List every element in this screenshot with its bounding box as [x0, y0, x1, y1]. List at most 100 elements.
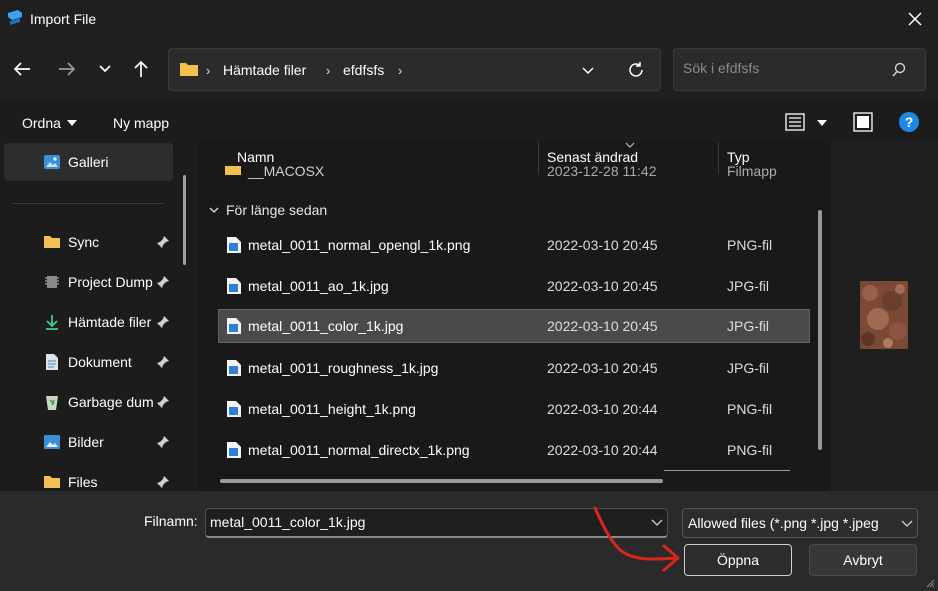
up-button[interactable] [128, 58, 154, 80]
horizontal-scrollbar[interactable] [220, 479, 663, 483]
recent-locations-button[interactable] [92, 58, 118, 80]
svg-text:?: ? [905, 114, 914, 130]
file-name: metal_0011_ao_1k.jpg [248, 278, 389, 294]
sidebar-item-files[interactable]: Files [0, 463, 175, 491]
arrow-right-icon [59, 62, 76, 76]
file-type: PNG-fil [727, 401, 773, 417]
forward-button[interactable] [54, 58, 80, 80]
pin-icon[interactable] [156, 275, 170, 289]
pin-icon[interactable] [156, 235, 170, 249]
sidebar-item-documents[interactable]: Dokument [0, 343, 175, 381]
column-header-date[interactable]: Senast ändrad [547, 149, 638, 165]
address-dropdown-icon[interactable] [581, 66, 595, 76]
breadcrumb-downloads[interactable]: Hämtade filer [223, 62, 306, 78]
filename-input[interactable] [210, 514, 630, 530]
chevron-down-icon [99, 65, 111, 73]
sidebar-item-project-dump[interactable]: Project Dump [0, 263, 175, 301]
organize-menu-button[interactable]: Ordna [14, 100, 84, 142]
group-header[interactable]: För länge sedan [198, 200, 498, 222]
close-icon[interactable] [906, 10, 924, 28]
preview-thumbnail-image [860, 281, 908, 349]
preview-pane-icon[interactable] [853, 112, 873, 132]
breadcrumb-chevron-icon: › [398, 63, 403, 78]
pictures-icon [44, 435, 60, 449]
address-bar[interactable]: › Hämtade filer › efdfsfs › [168, 48, 661, 91]
file-type: JPG-fil [727, 318, 769, 334]
view-details-icon[interactable] [785, 113, 805, 131]
table-row[interactable]: metal_0011_normal_directx_1k.png 2022-03… [218, 433, 810, 467]
file-type: JPG-fil [727, 360, 769, 376]
file-type: PNG-fil [727, 237, 773, 253]
vertical-scrollbar[interactable] [818, 210, 822, 450]
sidebar-scrollbar[interactable] [183, 175, 186, 265]
table-row-selected[interactable]: metal_0011_color_1k.jpg 2022-03-10 20:45… [218, 309, 810, 343]
navigation-bar: › Hämtade filer › efdfsfs › [0, 38, 938, 100]
file-name: metal_0011_roughness_1k.jpg [248, 360, 439, 376]
arrow-left-icon [13, 62, 30, 76]
pin-icon[interactable] [156, 355, 170, 369]
image-file-icon [227, 360, 241, 376]
open-button[interactable]: Öppna [684, 544, 792, 576]
file-name: metal_0011_normal_opengl_1k.png [248, 237, 471, 253]
file-type-select[interactable]: Allowed files (*.png *.jpg *.jpeg [682, 508, 918, 538]
gallery-icon [44, 155, 60, 169]
preview-pane [830, 142, 938, 491]
file-date: 2022-03-10 20:45 [547, 278, 658, 294]
file-date: 2022-03-10 20:45 [547, 237, 658, 253]
table-row[interactable]: metal_0011_normal_opengl_1k.png 2022-03-… [218, 228, 810, 262]
new-folder-button[interactable]: Ny mapp [113, 115, 169, 131]
image-file-icon [227, 318, 241, 334]
column-header-name[interactable]: Namn [237, 149, 274, 165]
folder-icon [44, 236, 60, 248]
pin-icon[interactable] [156, 475, 170, 489]
image-file-icon [227, 237, 241, 253]
folder-icon [44, 476, 60, 488]
image-file-icon [227, 442, 241, 458]
folder-icon [225, 166, 241, 175]
table-row[interactable]: metal_0011_ao_1k.jpg 2022-03-10 20:45 JP… [218, 269, 810, 303]
search-box [673, 48, 926, 91]
sidebar-item-sync[interactable]: Sync [0, 223, 175, 261]
navigation-pane: Galleri Sync Project Dump Hämtade filer … [0, 142, 192, 491]
search-input[interactable] [683, 60, 883, 76]
file-date: 2022-03-10 20:44 [547, 401, 658, 417]
sidebar-item-label: Files [68, 474, 98, 490]
filename-dropdown-icon[interactable] [651, 519, 663, 527]
sidebar-item-gallery[interactable]: Galleri [0, 143, 175, 181]
sidebar-item-label: Sync [68, 234, 100, 250]
sidebar-item-garbage-dump[interactable]: Garbage dump [0, 383, 175, 421]
file-date: 2023-12-28 11:42 [547, 166, 657, 179]
file-name: metal_0011_color_1k.jpg [248, 318, 404, 334]
pin-icon[interactable] [156, 435, 170, 449]
arrow-up-icon [134, 60, 148, 77]
filename-combobox [205, 508, 668, 538]
refresh-icon[interactable] [627, 61, 645, 79]
document-icon [46, 354, 58, 370]
breadcrumb-chevron-icon: › [206, 63, 211, 78]
sidebar-item-downloads[interactable]: Hämtade filer [0, 303, 175, 341]
sidebar-item-pictures[interactable]: Bilder [0, 423, 175, 461]
pin-icon[interactable] [156, 395, 170, 409]
cancel-button[interactable]: Avbryt [809, 544, 917, 576]
file-type: Filmapp [727, 166, 777, 179]
help-icon[interactable]: ? [898, 111, 920, 133]
breadcrumb-chevron-icon: › [326, 63, 331, 78]
sort-indicator-icon [625, 142, 635, 148]
pin-icon[interactable] [156, 315, 170, 329]
caret-down-icon [67, 120, 77, 126]
view-options-caret-icon[interactable] [817, 120, 827, 126]
table-row-partial[interactable]: __MACOSX 2023-12-28 11:42 Filmapp [218, 166, 810, 184]
sidebar-item-label: Bilder [68, 434, 104, 450]
folder-icon [180, 63, 198, 76]
table-row[interactable]: metal_0011_height_1k.png 2022-03-10 20:4… [218, 392, 810, 426]
file-date: 2022-03-10 20:44 [547, 442, 658, 458]
column-header-type[interactable]: Typ [727, 149, 750, 165]
breadcrumb-current-folder[interactable]: efdfsfs [343, 62, 384, 78]
back-button[interactable] [9, 58, 35, 80]
search-icon[interactable] [891, 62, 907, 78]
resize-grip-icon[interactable] [925, 578, 935, 588]
file-list: Namn Senast ändrad Typ __MACOSX 2023-12-… [198, 142, 830, 491]
sidebar-item-label: Dokument [68, 354, 132, 370]
table-row[interactable]: metal_0011_roughness_1k.jpg 2022-03-10 2… [218, 351, 810, 385]
group-label: För länge sedan [226, 202, 328, 218]
